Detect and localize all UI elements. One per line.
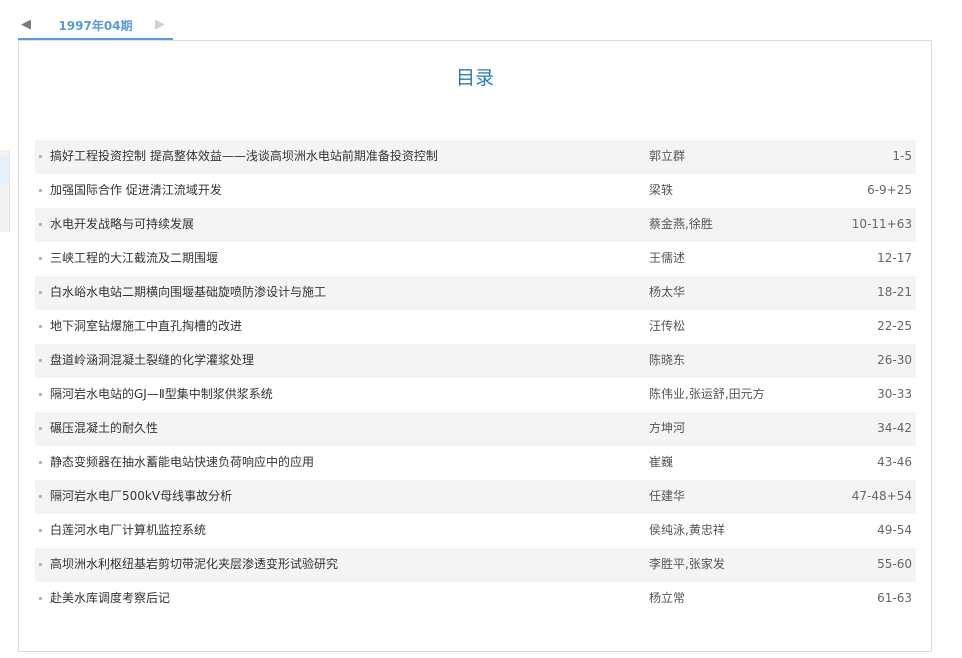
bullet-icon xyxy=(39,257,42,260)
article-title-link[interactable]: 隔河岩水电厂500kV母线事故分析 xyxy=(50,480,640,512)
bullet-icon xyxy=(39,393,42,396)
article-authors: 方坤河 xyxy=(649,421,686,435)
article-title-link[interactable]: 三峡工程的大江截流及二期围堰 xyxy=(50,242,640,274)
article-pages: 22-25 xyxy=(877,319,912,333)
article-pages: 30-33 xyxy=(877,387,912,401)
article-authors: 陈伟业,张运舒,田元方 xyxy=(649,387,765,401)
article-title-link[interactable]: 白莲河水电厂计算机监控系统 xyxy=(50,514,640,546)
toc-row[interactable]: 隔河岩水电站的GJ—Ⅱ型集中制浆供浆系统 陈伟业,张运舒,田元方 30-33 xyxy=(35,378,916,412)
bullet-icon xyxy=(39,155,42,158)
toc-row[interactable]: 三峡工程的大江截流及二期围堰 王儒述 12-17 xyxy=(35,242,916,276)
article-authors: 杨立常 xyxy=(649,591,686,605)
toc-row[interactable]: 高坝洲水利枢纽基岩剪切带泥化夹层渗透变形试验研究 李胜平,张家发 55-60 xyxy=(35,548,916,582)
article-authors: 李胜平,张家发 xyxy=(649,557,725,571)
article-title-link[interactable]: 搞好工程投资控制 提高整体效益——浅谈高坝洲水电站前期准备投资控制 xyxy=(50,140,640,172)
article-title-link[interactable]: 水电开发战略与可持续发展 xyxy=(50,208,640,240)
toc-row[interactable]: 搞好工程投资控制 提高整体效益——浅谈高坝洲水电站前期准备投资控制 郭立群 1-5 xyxy=(35,140,916,174)
bullet-icon xyxy=(39,461,42,464)
bullet-icon xyxy=(39,291,42,294)
article-pages: 61-63 xyxy=(877,591,912,605)
bullet-icon xyxy=(39,427,42,430)
bullet-icon xyxy=(39,223,42,226)
toc-row[interactable]: 碾压混凝土的耐久性 方坤河 34-42 xyxy=(35,412,916,446)
article-pages: 26-30 xyxy=(877,353,912,367)
prev-issue-arrow-icon[interactable]: ◀ xyxy=(21,16,31,34)
article-title-link[interactable]: 地下洞室钻爆施工中直孔掏槽的改进 xyxy=(50,310,640,342)
bullet-icon xyxy=(39,529,42,532)
sidebar-highlight xyxy=(0,156,9,184)
toc-row[interactable]: 白水峪水电站二期横向围堰基础旋喷防渗设计与施工 杨太华 18-21 xyxy=(35,276,916,310)
toc-row[interactable]: 地下洞室钻爆施工中直孔掏槽的改进 汪传松 22-25 xyxy=(35,310,916,344)
issue-tab-label: 1997年04期 xyxy=(58,19,133,33)
article-title-link[interactable]: 隔河岩水电站的GJ—Ⅱ型集中制浆供浆系统 xyxy=(50,378,640,410)
toc-list: 搞好工程投资控制 提高整体效益——浅谈高坝洲水电站前期准备投资控制 郭立群 1-5 加… xyxy=(35,140,916,616)
article-authors: 梁轶 xyxy=(649,183,674,197)
article-title-link[interactable]: 碾压混凝土的耐久性 xyxy=(50,412,640,444)
article-pages: 43-46 xyxy=(877,455,912,469)
article-authors: 汪传松 xyxy=(649,319,686,333)
article-title-link[interactable]: 盘道岭涵洞混凝土裂缝的化学灌浆处理 xyxy=(50,344,640,376)
toc-row[interactable]: 水电开发战略与可持续发展 蔡金燕,徐胜 10-11+63 xyxy=(35,208,916,242)
bullet-icon xyxy=(39,563,42,566)
issue-tab-bar: 1997年04期 ◀ ▶ xyxy=(18,12,932,40)
article-pages: 6-9+25 xyxy=(867,183,912,197)
article-authors: 杨太华 xyxy=(649,285,686,299)
article-authors: 任建华 xyxy=(649,489,686,503)
toc-panel: 目录 搞好工程投资控制 提高整体效益——浅谈高坝洲水电站前期准备投资控制 郭立群 1… xyxy=(18,40,932,652)
issue-tab-current[interactable]: 1997年04期 xyxy=(18,12,173,40)
toc-row[interactable]: 加强国际合作 促进清江流域开发 梁轶 6-9+25 xyxy=(35,174,916,208)
article-authors: 郭立群 xyxy=(649,149,686,163)
bullet-icon xyxy=(39,495,42,498)
article-pages: 12-17 xyxy=(877,251,912,265)
bullet-icon xyxy=(39,325,42,328)
bullet-icon xyxy=(39,189,42,192)
article-authors: 侯纯泳,黄忠祥 xyxy=(649,523,725,537)
article-authors: 蔡金燕,徐胜 xyxy=(649,217,713,231)
article-title-link[interactable]: 静态变频器在抽水蓄能电站快速负荷响应中的应用 xyxy=(50,446,640,478)
article-title-link[interactable]: 白水峪水电站二期横向围堰基础旋喷防渗设计与施工 xyxy=(50,276,640,308)
article-pages: 1-5 xyxy=(892,149,912,163)
article-authors: 陈晓东 xyxy=(649,353,686,367)
toc-row[interactable]: 赴美水库调度考察后记 杨立常 61-63 xyxy=(35,582,916,616)
sidebar-edge xyxy=(0,150,10,232)
toc-row[interactable]: 静态变频器在抽水蓄能电站快速负荷响应中的应用 崔巍 43-46 xyxy=(35,446,916,480)
toc-row[interactable]: 隔河岩水电厂500kV母线事故分析 任建华 47-48+54 xyxy=(35,480,916,514)
article-pages: 10-11+63 xyxy=(851,217,912,231)
article-pages: 49-54 xyxy=(877,523,912,537)
toc-title: 目录 xyxy=(455,67,494,89)
article-authors: 崔巍 xyxy=(649,455,674,469)
article-pages: 34-42 xyxy=(877,421,912,435)
article-title-link[interactable]: 高坝洲水利枢纽基岩剪切带泥化夹层渗透变形试验研究 xyxy=(50,548,640,580)
next-issue-arrow-icon[interactable]: ▶ xyxy=(155,16,165,34)
article-pages: 47-48+54 xyxy=(851,489,912,503)
article-pages: 18-21 xyxy=(877,285,912,299)
bullet-icon xyxy=(39,359,42,362)
article-title-link[interactable]: 加强国际合作 促进清江流域开发 xyxy=(50,174,640,206)
article-pages: 55-60 xyxy=(877,557,912,571)
page: 1997年04期 ◀ ▶ 目录 搞好工程投资控制 提高整体效益——浅谈高坝洲水电… xyxy=(0,0,962,658)
toc-row[interactable]: 盘道岭涵洞混凝土裂缝的化学灌浆处理 陈晓东 26-30 xyxy=(35,344,916,378)
article-authors: 王儒述 xyxy=(649,251,686,265)
bullet-icon xyxy=(39,597,42,600)
toc-row[interactable]: 白莲河水电厂计算机监控系统 侯纯泳,黄忠祥 49-54 xyxy=(35,514,916,548)
article-title-link[interactable]: 赴美水库调度考察后记 xyxy=(50,582,640,614)
